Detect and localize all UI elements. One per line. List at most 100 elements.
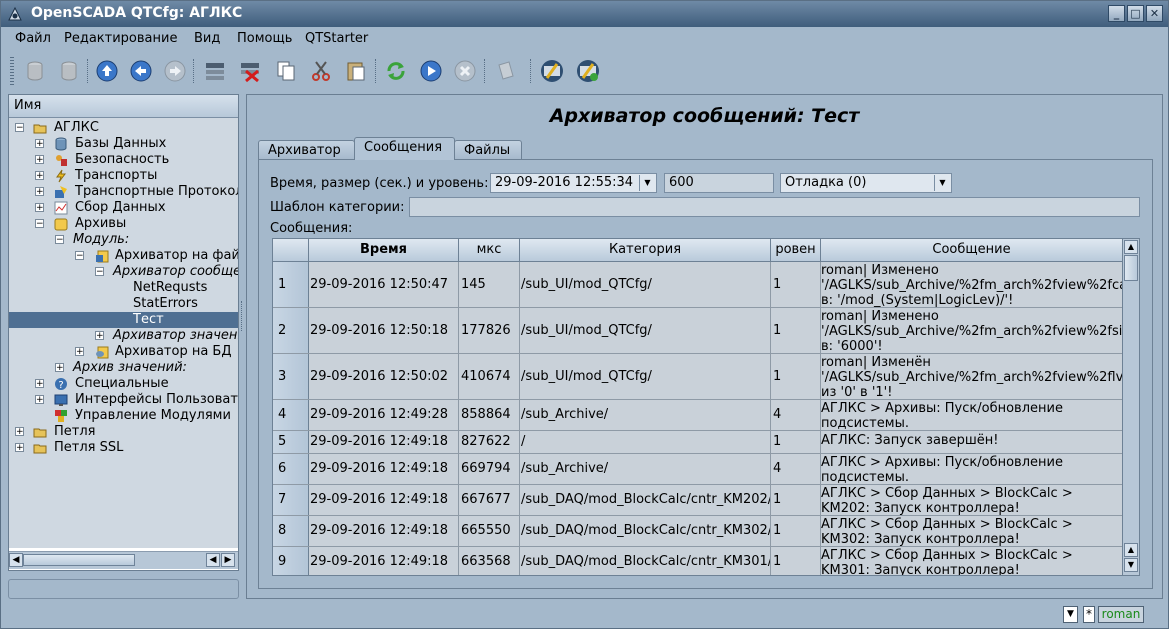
collapse-icon[interactable]: − (35, 219, 44, 229)
expand-icon[interactable]: + (55, 363, 64, 373)
expand-icon[interactable]: + (35, 395, 44, 405)
tree-item-databases[interactable]: + Базы Данных (9, 136, 238, 152)
table-row[interactable]: 1 29-09-2016 12:50:47 145 /sub_UI/mod_QT… (273, 262, 1123, 308)
row-number[interactable]: 1 (273, 262, 309, 307)
expand-icon[interactable]: + (35, 139, 44, 149)
close-button[interactable]: ✕ (1146, 5, 1163, 22)
tree-item-daq[interactable]: + Сбор Данных (9, 200, 238, 216)
row-number[interactable]: 5 (273, 431, 309, 453)
status-user[interactable]: roman (1098, 606, 1144, 623)
collapse-icon[interactable]: − (15, 123, 24, 133)
info-icon[interactable] (491, 57, 519, 85)
row-number[interactable]: 8 (273, 516, 309, 546)
tree-item-security[interactable]: + Безопасность (9, 152, 238, 168)
expand-icon[interactable]: + (35, 187, 44, 197)
db-save-icon[interactable] (55, 57, 83, 85)
column-header-time[interactable]: Время (309, 239, 459, 262)
tree-item-module-management[interactable]: Управление Модулями (9, 408, 238, 424)
start-icon[interactable] (417, 57, 445, 85)
expand-icon[interactable]: + (75, 347, 84, 357)
row-number[interactable]: 4 (273, 400, 309, 430)
level-select[interactable]: Отладка (0) ▼ (780, 173, 952, 193)
table-row[interactable]: 8 29-09-2016 12:49:18 665550 /sub_DAQ/mo… (273, 516, 1123, 547)
row-number[interactable]: 9 (273, 547, 309, 575)
menu-help[interactable]: Помощь (237, 31, 292, 46)
table-row[interactable]: 7 29-09-2016 12:49:18 667677 /sub_DAQ/mo… (273, 485, 1123, 516)
tree-item-test[interactable]: Тест (9, 312, 238, 328)
scrollbar-thumb[interactable] (23, 554, 135, 566)
stop-icon[interactable] (451, 57, 479, 85)
minimize-button[interactable]: _ (1108, 5, 1125, 22)
forward-icon[interactable] (161, 57, 189, 85)
tree-item-user-interfaces[interactable]: + Интерфейсы Пользователя (9, 392, 238, 408)
tab-files[interactable]: Файлы (454, 140, 522, 159)
column-header-rownum[interactable] (273, 239, 309, 262)
tree-item-db-archiver[interactable]: + Архиватор на БД (9, 344, 238, 360)
table-row[interactable]: 3 29-09-2016 12:50:02 410674 /sub_UI/mod… (273, 354, 1123, 400)
expand-icon[interactable]: + (35, 203, 44, 213)
table-row[interactable]: 2 29-09-2016 12:50:18 177826 /sub_UI/mod… (273, 308, 1123, 354)
collapse-icon[interactable]: − (55, 235, 64, 245)
scroll-up-icon[interactable]: ▲ (1124, 240, 1138, 254)
collapse-icon[interactable]: − (75, 251, 84, 261)
back-icon[interactable] (127, 57, 155, 85)
menu-edit[interactable]: Редактирование (64, 31, 177, 46)
tree-item-transports[interactable]: + Транспорты (9, 168, 238, 184)
row-number[interactable]: 2 (273, 308, 309, 353)
chevron-down-icon[interactable]: ▼ (639, 175, 655, 191)
tree-item-module-group[interactable]: − Модуль: (9, 232, 238, 248)
column-header-level[interactable]: ровен (771, 239, 821, 262)
scroll-left-icon[interactable]: ◀ (206, 553, 220, 567)
size-input[interactable]: 600 (664, 173, 774, 193)
copy-icon[interactable] (272, 57, 300, 85)
cut-icon[interactable] (307, 57, 335, 85)
status-dropdown-icon[interactable]: ▼ (1063, 606, 1078, 623)
tab-messages[interactable]: Сообщения (354, 137, 455, 160)
tree-item-file-archiver[interactable]: − Архиватор на файлах (9, 248, 238, 264)
column-header-message[interactable]: Сообщение (821, 239, 1123, 262)
chevron-down-icon[interactable]: ▼ (934, 175, 950, 191)
category-template-input[interactable] (409, 197, 1140, 217)
expand-icon[interactable]: + (95, 331, 104, 341)
table-row[interactable]: 6 29-09-2016 12:49:18 669794 /sub_Archiv… (273, 454, 1123, 485)
toolbar-grip[interactable] (10, 57, 14, 85)
tab-archiver[interactable]: Архиватор (258, 140, 355, 159)
tree-horizontal-scrollbar[interactable]: ◀ ◀ ▶ (9, 551, 238, 569)
scrollbar-thumb[interactable] (1124, 255, 1138, 281)
tree-item-protocols[interactable]: + Транспортные Протоколы (9, 184, 238, 200)
table-row[interactable]: 5 29-09-2016 12:49:18 827622 / 1 АГЛКС: … (273, 431, 1123, 454)
add-item-icon[interactable] (201, 57, 229, 85)
menu-file[interactable]: Файл (15, 31, 51, 46)
column-header-category[interactable]: Категория (520, 239, 771, 262)
table-row[interactable]: 4 29-09-2016 12:49:28 858864 /sub_Archiv… (273, 400, 1123, 431)
tree-item-value-archiver-group[interactable]: + Архиватор значений: (9, 328, 238, 344)
qtcfg-icon[interactable] (538, 57, 566, 85)
scroll-left-icon[interactable]: ◀ (9, 553, 23, 567)
scroll-down-icon[interactable]: ▼ (1124, 558, 1138, 572)
expand-icon[interactable]: + (35, 171, 44, 181)
row-number[interactable]: 7 (273, 485, 309, 515)
paste-icon[interactable] (342, 57, 370, 85)
tree-item-staterrors[interactable]: StatErrors (9, 296, 238, 312)
qtcfg-ssl-icon[interactable] (574, 57, 602, 85)
column-header-usec[interactable]: мкс (459, 239, 520, 262)
tree-item-special[interactable]: + ? Специальные (9, 376, 238, 392)
row-number[interactable]: 6 (273, 454, 309, 484)
tree-item-aglks[interactable]: − АГЛКС (9, 120, 238, 136)
tree-item-message-archiver-group[interactable]: − Архиватор сообщений: (9, 264, 238, 280)
tree-item-loop[interactable]: + Петля (9, 424, 238, 440)
expand-icon[interactable]: + (35, 155, 44, 165)
menu-view[interactable]: Вид (194, 31, 220, 46)
table-row[interactable]: 9 29-09-2016 12:49:18 663568 /sub_DAQ/mo… (273, 547, 1123, 575)
tree-item-netrequsts[interactable]: NetRequsts (9, 280, 238, 296)
tree-item-value-archive-group[interactable]: + Архив значений: (9, 360, 238, 376)
menu-qtstarter[interactable]: QTStarter (305, 31, 368, 46)
delete-item-icon[interactable] (236, 57, 264, 85)
maximize-button[interactable]: □ (1127, 5, 1144, 22)
scroll-right-icon[interactable]: ▶ (221, 553, 235, 567)
time-datetime-input[interactable]: 29-09-2016 12:55:34 ▼ (490, 173, 657, 193)
expand-icon[interactable]: + (15, 443, 24, 453)
db-load-icon[interactable] (21, 57, 49, 85)
panel-splitter[interactable] (241, 301, 245, 331)
up-icon[interactable] (93, 57, 121, 85)
